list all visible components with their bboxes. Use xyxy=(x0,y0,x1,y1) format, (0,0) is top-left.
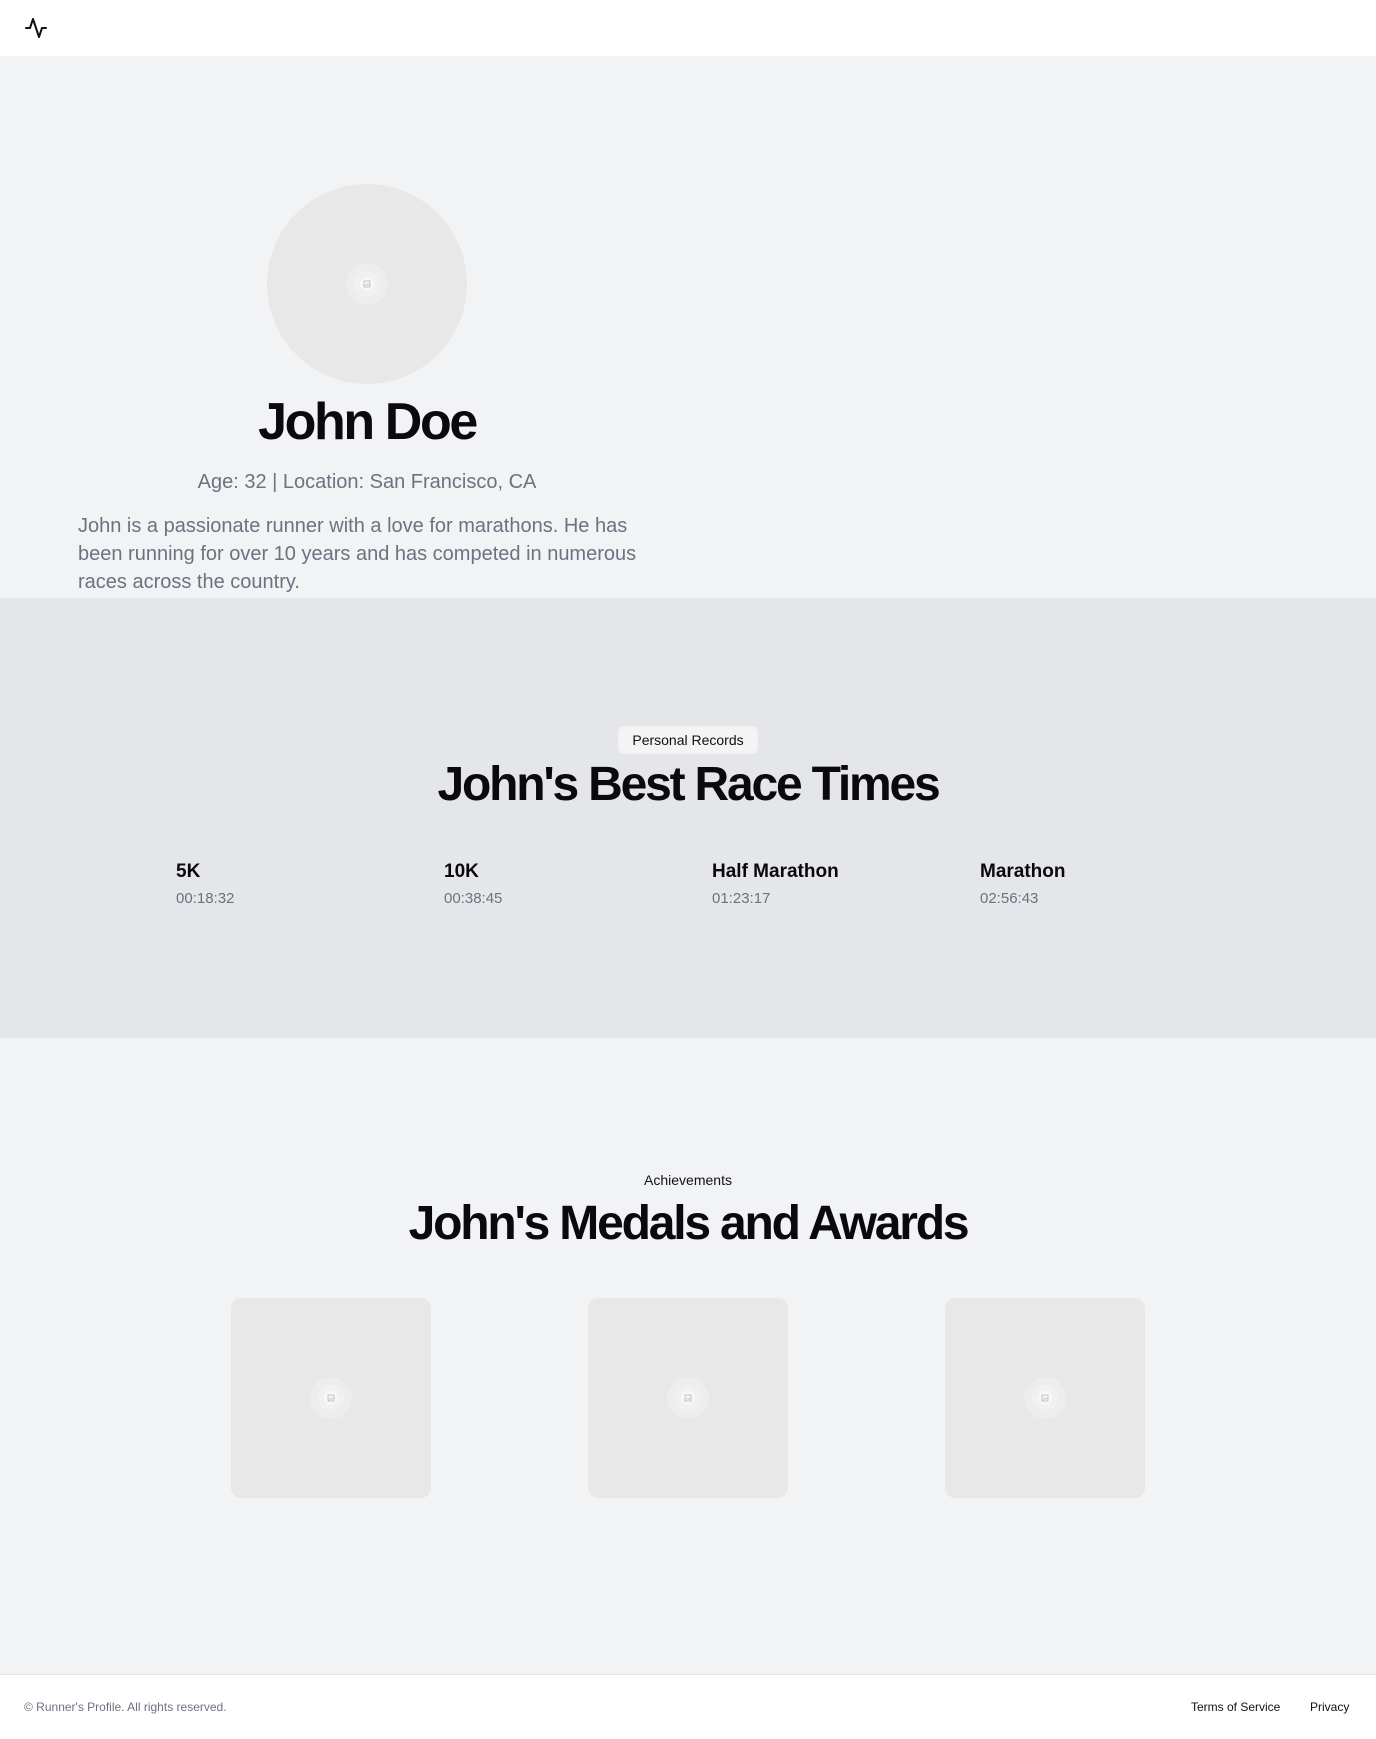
privacy-link[interactable]: Privacy xyxy=(1310,1699,1349,1715)
record-item-marathon: Marathon 02:56:43 xyxy=(980,860,1200,909)
record-time: 02:56:43 xyxy=(980,890,1039,907)
section-label: Achievements xyxy=(644,1172,732,1188)
medal-image xyxy=(588,1298,788,1498)
record-label: 5K xyxy=(176,861,201,882)
profile-meta: Age: 32 | Location: San Francisco, CA xyxy=(197,471,537,493)
record-time: 00:18:32 xyxy=(176,890,235,907)
achievements-title: John's Medals and Awards xyxy=(408,1197,970,1250)
record-time: 00:38:45 xyxy=(444,890,503,907)
top-bar xyxy=(0,0,1376,56)
profile-section: John Doe Age: 32 | Location: San Francis… xyxy=(0,56,1376,598)
image-placeholder-icon xyxy=(310,1377,352,1419)
image-placeholder-icon xyxy=(667,1377,709,1419)
avatar xyxy=(267,184,467,384)
image-placeholder-icon xyxy=(1024,1377,1066,1419)
record-label: 10K xyxy=(444,861,479,882)
record-label: Half Marathon xyxy=(712,861,839,882)
personal-records-section: Personal Records John's Best Race Times … xyxy=(0,598,1376,1038)
record-time: 01:23:17 xyxy=(712,890,771,907)
section-badge: Personal Records xyxy=(618,726,758,754)
copyright-text: © Runner's Profile. All rights reserved. xyxy=(24,1700,227,1714)
profile-bio: John is a passionate runner with a love … xyxy=(78,515,637,593)
medal-image xyxy=(231,1298,431,1498)
activity-pulse-icon[interactable] xyxy=(24,16,48,40)
record-item-10k: 10K 00:38:45 xyxy=(444,860,664,909)
medal-image xyxy=(945,1298,1145,1498)
record-item-half-marathon: Half Marathon 01:23:17 xyxy=(712,860,932,909)
image-placeholder-icon xyxy=(346,263,388,305)
profile-name: John Doe xyxy=(258,393,478,451)
records-title: John's Best Race Times xyxy=(437,758,940,811)
record-item-5k: 5K 00:18:32 xyxy=(176,860,396,909)
footer: © Runner's Profile. All rights reserved.… xyxy=(0,1674,1376,1739)
record-label: Marathon xyxy=(980,861,1066,882)
achievements-section: Achievements John's Medals and Awards xyxy=(0,1038,1376,1674)
terms-of-service-link[interactable]: Terms of Service xyxy=(1191,1699,1280,1715)
